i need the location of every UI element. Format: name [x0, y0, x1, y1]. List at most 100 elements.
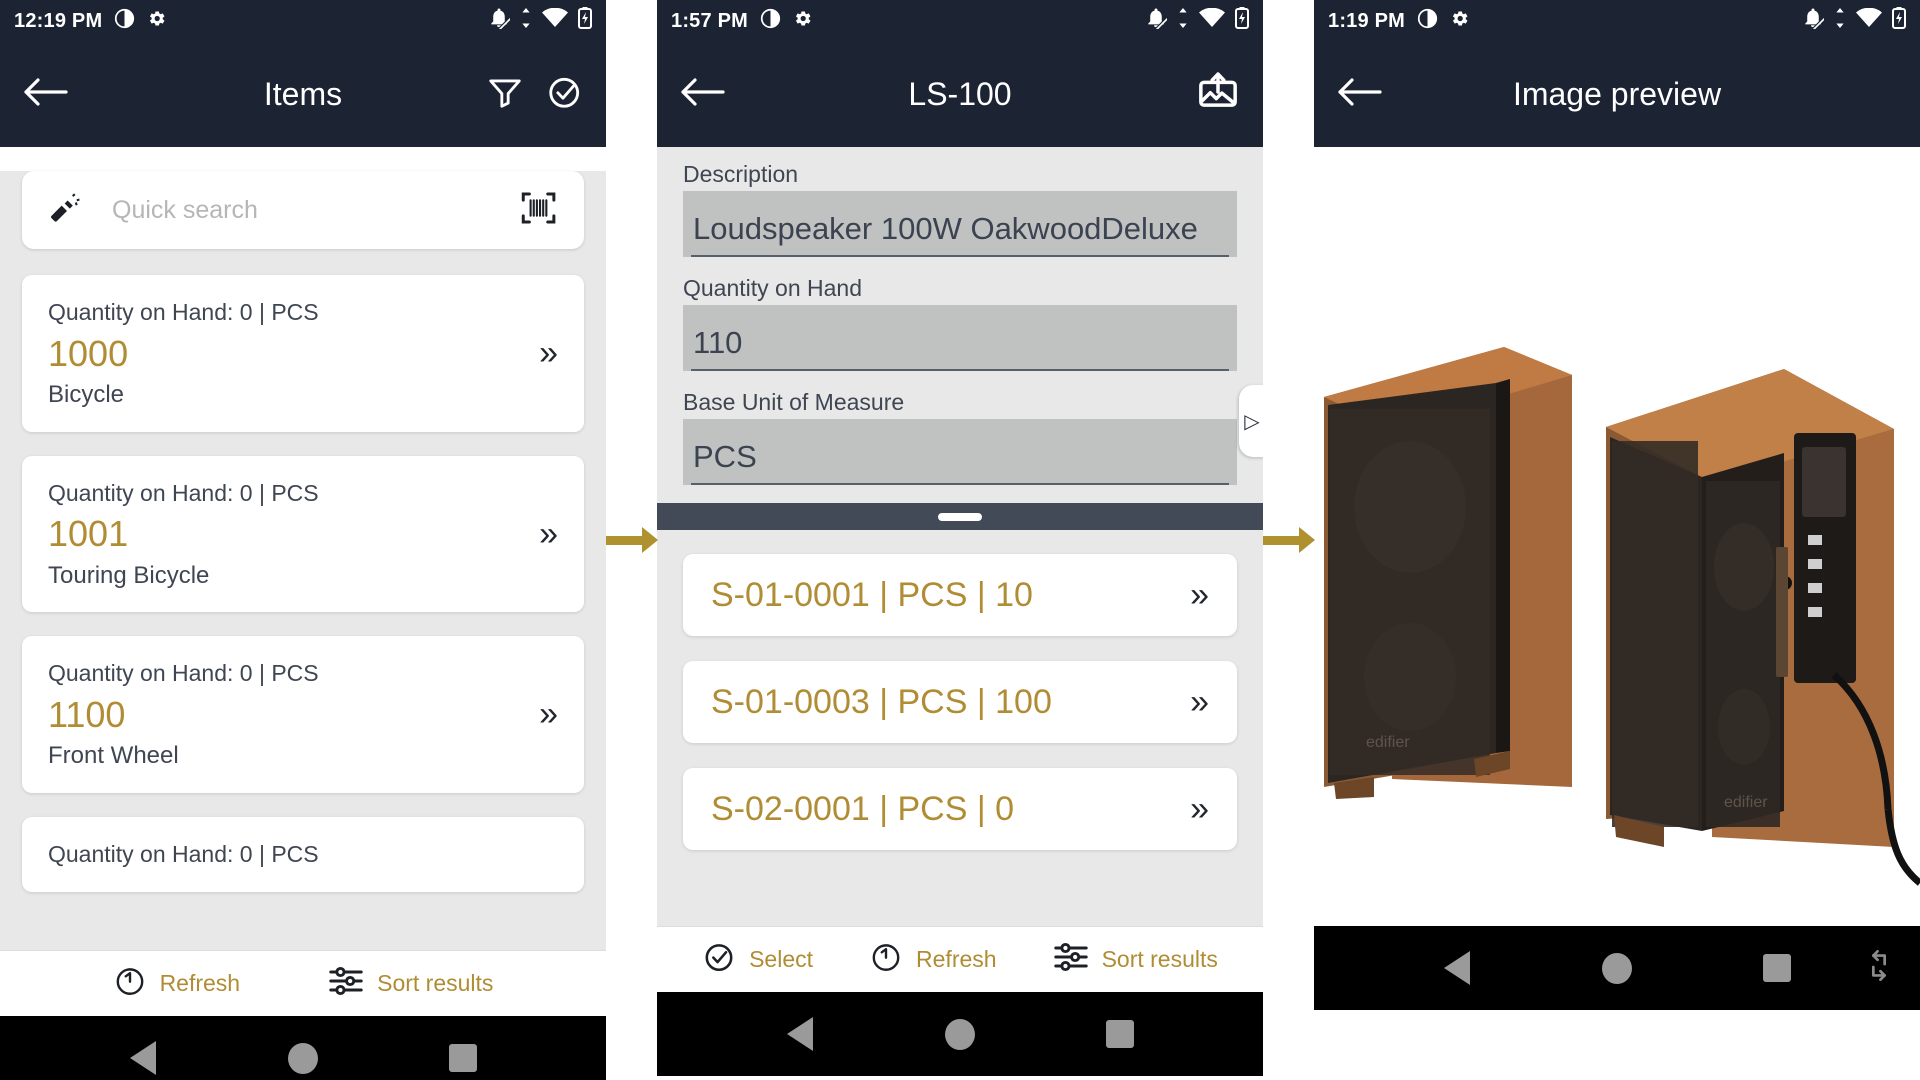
chevron-right-icon[interactable]: » — [1180, 683, 1209, 722]
sort-results-label: Sort results — [377, 970, 494, 996]
image-preview-area[interactable]: edifier edifier — [1314, 147, 1920, 926]
refresh-icon — [869, 940, 903, 980]
flashlight-scan-icon[interactable] — [46, 188, 86, 233]
back-arrow-icon[interactable] — [22, 75, 68, 114]
description-input[interactable] — [691, 211, 1229, 257]
table-row[interactable]: Quantity on Hand: 0 | PCS — [22, 817, 584, 892]
phone-screen-item-detail: 1:57 PM 4 LS-100 Description Loudspeaker… — [657, 0, 1263, 1080]
chevron-right-icon[interactable]: » — [1180, 576, 1209, 615]
status-time: 12:19 PM — [14, 9, 103, 32]
nav-back-icon[interactable] — [1377, 951, 1537, 985]
filter-icon[interactable] — [486, 73, 524, 116]
back-arrow-icon[interactable] — [679, 75, 725, 114]
table-row[interactable]: Quantity on Hand: 0 | PCS 1001 Touring B… — [22, 455, 584, 613]
svg-text:4: 4 — [1876, 17, 1881, 27]
speaker-product-image: edifier edifier — [1314, 147, 1920, 926]
phone-screen-image-preview: 1:19 PM 4 Image preview edifier edifier — [1314, 0, 1920, 1080]
sort-sliders-icon — [328, 964, 364, 1004]
svg-text:edifier: edifier — [1366, 734, 1410, 751]
app-bar: LS-100 — [657, 42, 1263, 147]
item-form: Description Quantity on Hand Base Unit o… — [657, 147, 1263, 485]
item-number: 1000 — [48, 332, 129, 374]
chevron-right-icon[interactable]: » — [1180, 790, 1209, 829]
items-list: Quantity on Hand: 0 | PCS 1000 Bicycle »… — [0, 275, 606, 892]
app-bar: Items — [0, 42, 606, 147]
dark-theme-icon — [760, 8, 781, 35]
page-title: LS-100 — [908, 76, 1012, 112]
status-bar: 1:19 PM 4 — [1314, 0, 1920, 42]
uom-input[interactable] — [691, 439, 1229, 485]
nav-recent-icon[interactable] — [383, 1044, 543, 1072]
field-label: Quantity on Hand — [683, 275, 863, 301]
flow-arrow-1 — [606, 527, 658, 553]
triptych-screenshot: 12:19 PM 5 Items Quick search Quantity o… — [0, 0, 1920, 1080]
nav-back-icon[interactable] — [63, 1041, 223, 1075]
quantity-input[interactable] — [691, 325, 1229, 371]
item-description: Bicycle — [48, 381, 125, 409]
nav-back-icon[interactable] — [720, 1017, 880, 1051]
refresh-label: Refresh — [916, 946, 997, 972]
field-description: Description — [683, 161, 1237, 257]
barcode-icon[interactable] — [518, 187, 560, 234]
field-label: Description — [683, 161, 799, 187]
table-row[interactable]: Quantity on Hand: 0 | PCS 1100 Front Whe… — [22, 636, 584, 794]
refresh-button[interactable]: Refresh — [869, 940, 997, 980]
refresh-button[interactable]: Refresh — [113, 964, 241, 1004]
sort-results-button[interactable]: Sort results — [328, 964, 493, 1004]
dark-theme-icon — [114, 8, 135, 35]
screen-rotate-icon[interactable] — [1862, 949, 1896, 988]
sub-item-label: S-02-0001 | PCS | 0 — [711, 789, 1015, 828]
phone-screen-items: 12:19 PM 5 Items Quick search Quantity o… — [0, 0, 606, 1080]
data-transfer-icon — [520, 8, 532, 34]
svg-text:4: 4 — [1219, 17, 1224, 27]
dark-theme-icon — [1417, 8, 1438, 35]
sort-results-button[interactable]: Sort results — [1053, 940, 1218, 980]
flow-arrow-2 — [1263, 527, 1315, 553]
side-panel-expand-tab[interactable]: ▷ — [1239, 385, 1263, 457]
wifi-icon: 4 — [1199, 7, 1225, 34]
item-description: Front Wheel — [48, 742, 179, 770]
select-button[interactable]: Select — [702, 940, 813, 980]
data-transfer-icon — [1177, 8, 1189, 34]
battery-charging-icon — [578, 7, 592, 35]
gear-icon — [146, 8, 167, 35]
list-item[interactable]: S-02-0001 | PCS | 0 » — [683, 768, 1237, 850]
quick-search-bar[interactable] — [22, 171, 584, 249]
back-arrow-icon[interactable] — [1336, 75, 1382, 114]
chevron-right-icon[interactable]: » — [529, 695, 558, 734]
sheet-drag-handle[interactable] — [657, 503, 1263, 530]
field-label: Base Unit of Measure — [683, 389, 905, 415]
select-label: Select — [749, 946, 814, 972]
gear-icon — [792, 8, 813, 35]
image-upload-icon[interactable] — [1195, 71, 1241, 118]
refresh-label: Refresh — [159, 970, 241, 996]
sort-sliders-icon — [1053, 940, 1089, 980]
detail-screen-body: Description Quantity on Hand Base Unit o… — [657, 147, 1263, 926]
nav-recent-icon[interactable] — [1040, 1020, 1200, 1048]
battery-charging-icon — [1892, 7, 1906, 35]
data-transfer-icon — [1834, 8, 1846, 34]
android-nav-bar — [0, 1016, 606, 1080]
svg-text:5: 5 — [562, 17, 567, 27]
sub-item-label: S-01-0001 | PCS | 10 — [711, 575, 1033, 614]
nav-home-icon[interactable] — [880, 1018, 1040, 1050]
chevron-right-icon[interactable]: » — [529, 334, 558, 373]
status-bar: 12:19 PM 5 — [0, 0, 606, 42]
check-circle-icon[interactable] — [546, 73, 584, 116]
bottom-toolbar: Select Refresh Sort results — [657, 926, 1263, 992]
search-input[interactable] — [112, 195, 518, 225]
bell-muted-icon — [1802, 7, 1830, 35]
wifi-icon: 5 — [542, 7, 568, 34]
sub-items-list: S-01-0001 | PCS | 10 » S-01-0003 | PCS |… — [657, 530, 1263, 850]
list-item[interactable]: S-01-0003 | PCS | 100 » — [683, 661, 1237, 743]
page-title: Image preview — [1512, 76, 1722, 112]
item-quantity: Quantity on Hand: 0 | PCS — [48, 841, 319, 868]
table-row[interactable]: Quantity on Hand: 0 | PCS 1000 Bicycle » — [22, 275, 584, 432]
sort-results-label: Sort results — [1101, 946, 1218, 972]
list-item[interactable]: S-01-0001 | PCS | 10 » — [683, 554, 1237, 636]
nav-home-icon[interactable] — [1537, 952, 1697, 984]
nav-home-icon[interactable] — [223, 1042, 383, 1074]
nav-recent-icon[interactable] — [1697, 954, 1857, 982]
chevron-right-icon[interactable]: » — [529, 515, 558, 554]
sub-item-label: S-01-0003 | PCS | 100 — [711, 682, 1052, 721]
